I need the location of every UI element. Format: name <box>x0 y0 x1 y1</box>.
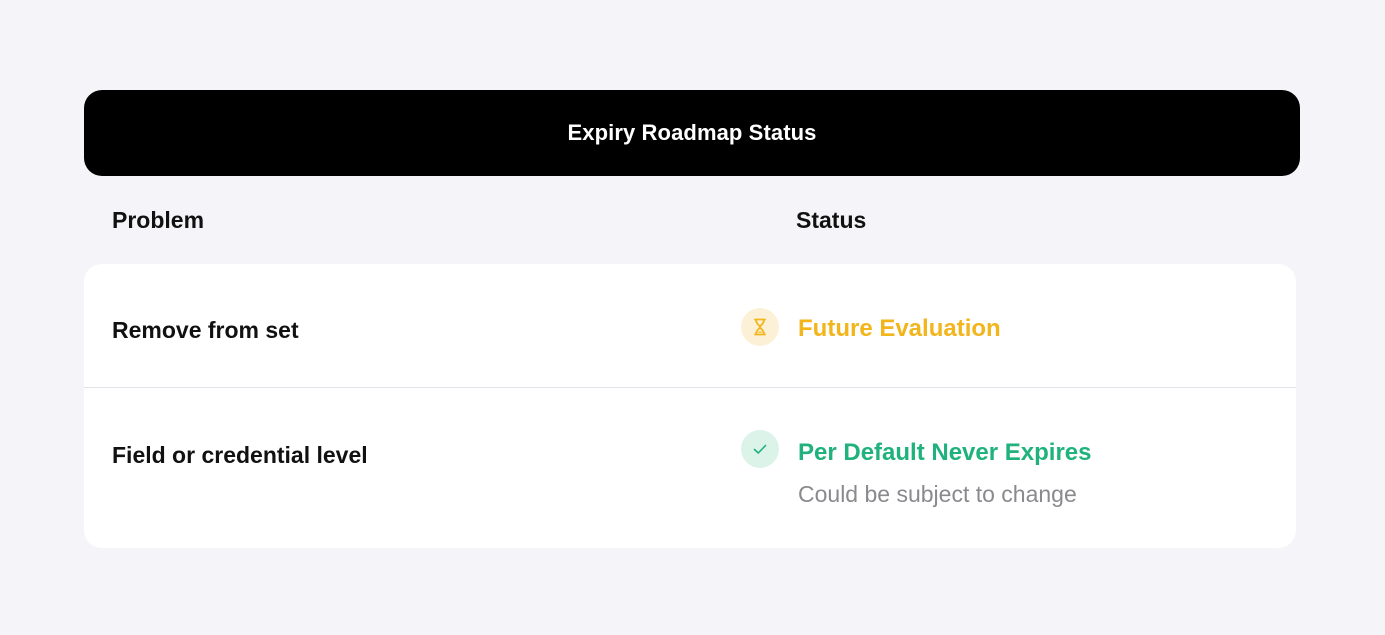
problem-cell: Remove from set <box>112 317 299 343</box>
status-note: Could be subject to change <box>798 481 1077 507</box>
table-row: Remove from set Future Evaluation <box>84 264 1296 388</box>
table-row: Field or credential level Per Default Ne… <box>84 388 1296 548</box>
hourglass-icon <box>741 308 779 346</box>
column-header-status: Status <box>796 207 867 233</box>
status-table: Remove from set Future Evaluation Field … <box>84 264 1296 548</box>
title-bar: Expiry Roadmap Status <box>84 90 1300 176</box>
column-header-problem: Problem <box>112 207 205 233</box>
status-label: Per Default Never Expires <box>798 439 1092 466</box>
page-title: Expiry Roadmap Status <box>567 120 817 145</box>
problem-cell: Field or credential level <box>112 442 368 468</box>
status-label: Future Evaluation <box>798 315 1001 342</box>
check-icon <box>741 430 779 468</box>
